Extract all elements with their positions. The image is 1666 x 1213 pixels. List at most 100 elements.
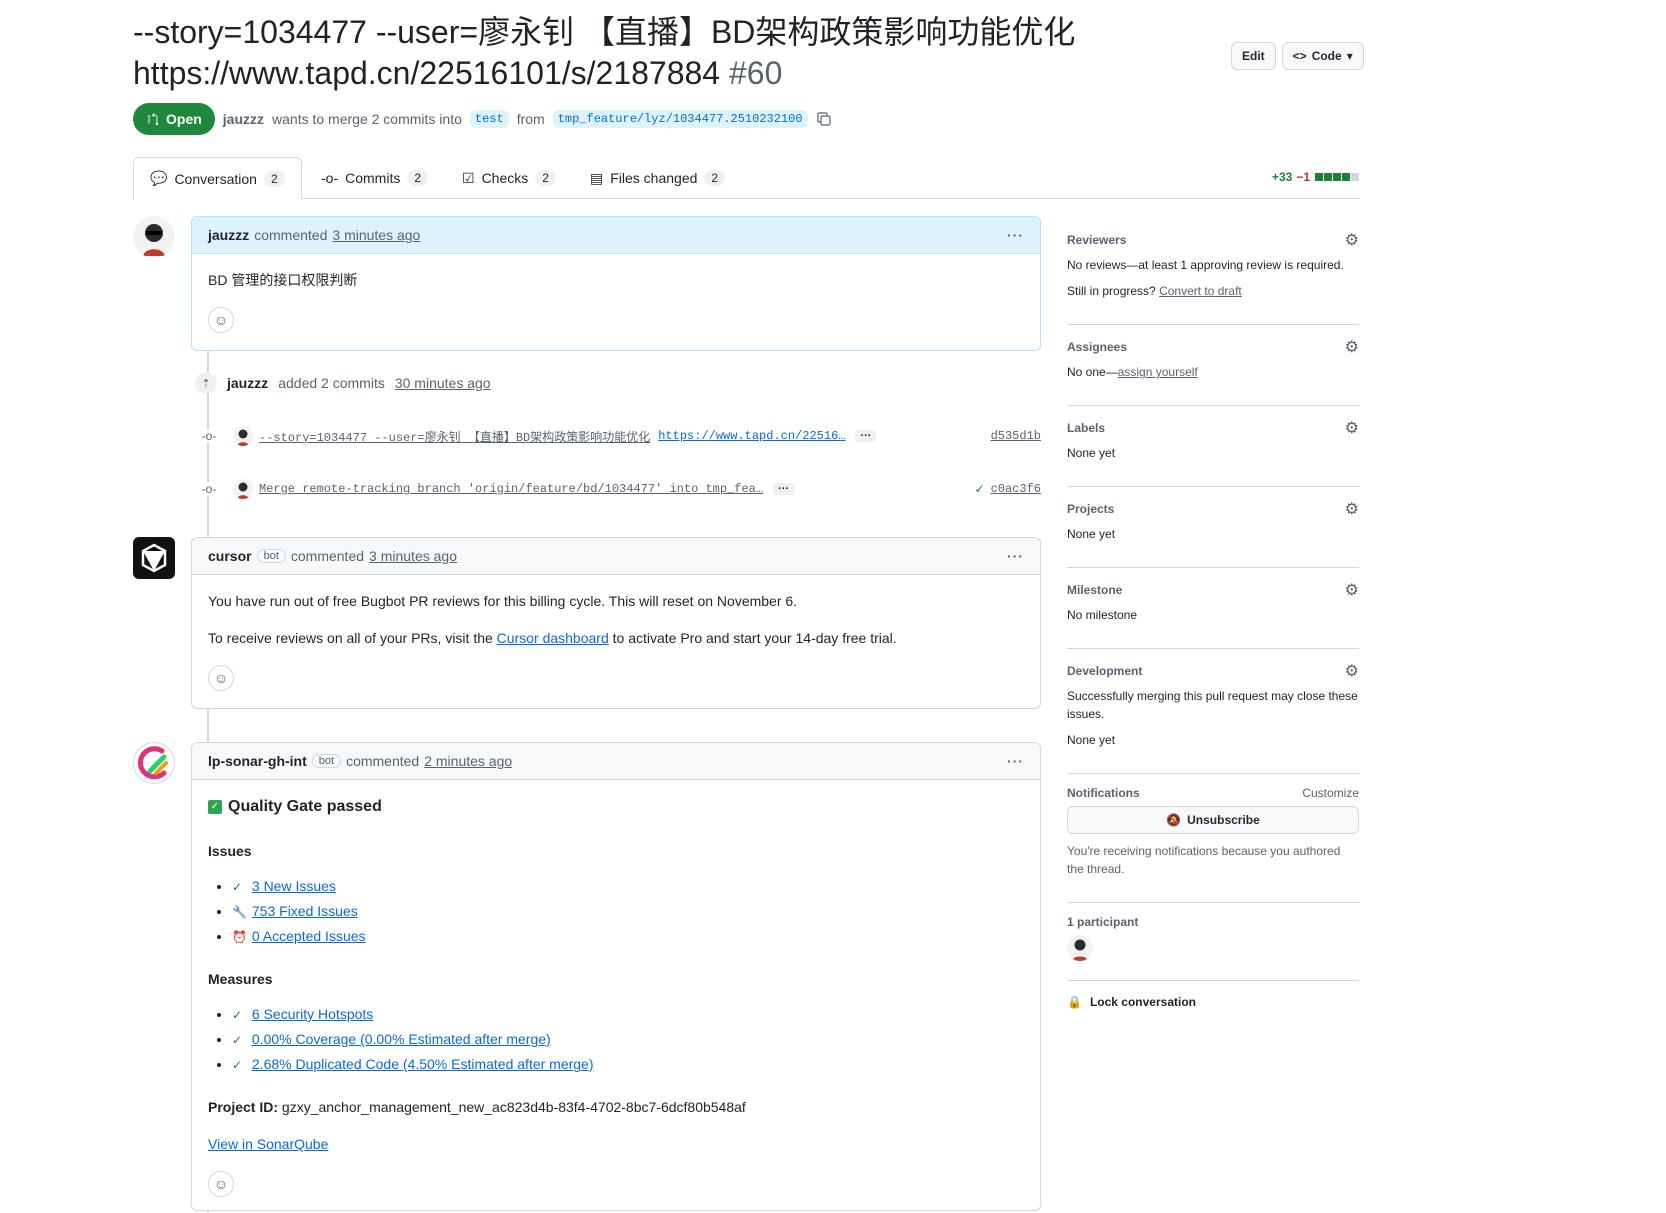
section-title[interactable]: Development [1067,664,1142,678]
state-badge: Open [133,103,215,135]
commit-row: -o- --story=1034477 --user=廖永钊 【直播】BD架构政… [195,422,1041,450]
code-icon: <> [1292,49,1307,63]
caret-down-icon: ▾ [1346,49,1353,63]
commit-avatar[interactable] [233,426,253,446]
from-text: from [516,111,545,127]
pr-number: #60 [728,55,783,91]
commit-sha[interactable]: c0ac3f6 [991,482,1041,496]
measures-list: ✓ 6 Security Hotspots ✓ 0.00% Coverage (… [208,1002,1024,1077]
tab-files-changed[interactable]: ▤ Files changed 2 [574,157,741,199]
code-button[interactable]: <> Code ▾ [1281,42,1364,70]
sidebar-reviewers: Reviewers ⚙ No reviews—at least 1 approvi… [1067,220,1359,325]
bot-badge: bot [256,549,286,563]
commit-sha[interactable]: d535d1b [991,429,1041,443]
kebab-menu-icon[interactable]: ··· [1007,753,1024,769]
gear-icon[interactable]: ⚙ [1345,661,1359,681]
section-title[interactable]: Reviewers [1067,233,1126,247]
checklist-icon: ☑ [462,169,475,186]
head-branch[interactable]: tmp_feature/lyz/1034477.2510232100 [552,110,808,128]
commit-avatar[interactable] [233,479,253,499]
add-reaction-button[interactable]: ☺ [208,1171,234,1197]
gear-icon[interactable]: ⚙ [1345,337,1359,357]
copy-icon[interactable] [816,111,832,127]
comment-cursor: cursor bot commented 3 minutes ago ··· Y… [191,537,1041,709]
tab-counter: 2 [704,170,726,186]
security-hotspots-link[interactable]: 6 Security Hotspots [252,1006,373,1022]
gear-icon[interactable]: ⚙ [1345,499,1359,519]
cursor-dashboard-link[interactable]: Cursor dashboard [497,630,609,646]
section-title[interactable]: Projects [1067,502,1114,516]
check-icon: ✓ [232,1033,243,1047]
customize-link[interactable]: Customize [1302,786,1359,800]
avatar-lp-sonar[interactable] [133,742,175,784]
list-item: ⏰ 0 Accepted Issues [232,924,1024,949]
comment-header: cursor bot commented 3 minutes ago ··· [192,538,1040,575]
kebab-menu-icon[interactable]: ··· [1007,548,1024,564]
gear-icon[interactable]: ⚙ [1345,580,1359,600]
avatar-cursor[interactable] [133,537,175,579]
diffstat-box [1324,173,1332,181]
pull-request-icon [147,112,159,126]
comment-author[interactable]: cursor [208,548,252,564]
lock-conversation-button[interactable]: 🔒 Lock conversation [1067,981,1359,1023]
view-in-sonarqube-link[interactable]: View in SonarQube [208,1136,328,1152]
commit-node-icon: -o- [195,482,223,496]
fixed-issues-link[interactable]: 753 Fixed Issues [252,903,358,919]
commit-link[interactable]: https://www.tapd.cn/22516… [658,429,845,443]
commit-message[interactable]: Merge remote-tracking branch 'origin/fea… [259,482,763,496]
section-title[interactable]: Milestone [1067,583,1122,597]
gear-icon[interactable]: ⚙ [1345,230,1359,250]
new-issues-link[interactable]: 3 New Issues [252,878,336,894]
diffstat-box [1342,173,1350,181]
unsubscribe-button[interactable]: 🔕 Unsubscribe [1067,806,1359,834]
base-branch[interactable]: test [469,110,509,128]
comment-timestamp[interactable]: 3 minutes ago [369,548,457,564]
repo-push-icon: ⇡ [195,372,217,394]
kebab-menu-icon[interactable]: ··· [1007,227,1024,243]
tab-commits[interactable]: -o- Commits 2 [305,157,444,199]
section-title[interactable]: Assignees [1067,340,1127,354]
gear-icon[interactable]: ⚙ [1345,418,1359,438]
edit-button[interactable]: Edit [1231,42,1276,70]
coverage-link[interactable]: 0.00% Coverage (0.00% Estimated after me… [252,1031,551,1047]
section-title: Notifications [1067,786,1140,800]
expand-commit-button[interactable]: ··· [855,430,877,442]
add-reaction-button[interactable]: ☺ [208,665,234,691]
expand-commit-button[interactable]: ··· [773,483,795,495]
clock-icon: ⏰ [232,930,247,944]
bot-badge: bot [311,754,342,768]
event-action: added 2 commits [278,375,385,391]
section-title[interactable]: Labels [1067,421,1105,435]
sidebar-milestone: Milestone ⚙ No milestone [1067,568,1359,649]
commits-added-event: ⇡ jauzzz added 2 commits 30 minutes ago [195,372,491,394]
pr-author[interactable]: jauzzz [223,111,264,127]
commit-icon: -o- [321,170,339,186]
assign-yourself-link[interactable]: assign yourself [1118,365,1198,379]
comment-timestamp[interactable]: 2 minutes ago [424,753,512,769]
tab-conversation[interactable]: 💬 Conversation 2 [133,157,302,200]
comment-header: lp-sonar-gh-int bot commented 2 minutes … [192,743,1040,780]
tab-checks[interactable]: ☑ Checks 2 [446,157,572,199]
check-icon[interactable]: ✓ [975,482,985,496]
accepted-issues-link[interactable]: 0 Accepted Issues [252,928,366,944]
smiley-icon: ☺ [213,669,229,686]
smiley-icon: ☺ [213,311,229,328]
pr-title-block: --story=1034477 --user=廖永钊 【直播】BD架构政策影响功… [133,12,1133,94]
comment-header: jauzzz commented 3 minutes ago ··· [192,217,1040,254]
duplicated-code-link[interactable]: 2.68% Duplicated Code (4.50% Estimated a… [252,1056,594,1072]
participant-avatar[interactable] [1067,935,1093,961]
diffstat-box [1315,173,1323,181]
convert-to-draft-link[interactable]: Convert to draft [1159,284,1242,298]
project-id-line: Project ID: gzxy_anchor_management_new_a… [208,1099,746,1115]
add-reaction-button[interactable]: ☺ [208,307,234,333]
comment-author[interactable]: jauzzz [208,227,249,243]
commit-message[interactable]: --story=1034477 --user=廖永钊 【直播】BD架构政策影响功… [259,428,650,445]
event-timestamp[interactable]: 30 minutes ago [395,375,491,391]
check-icon: ✓ [232,1058,243,1072]
comment-author[interactable]: lp-sonar-gh-int [208,753,307,769]
avatar-jauzzz[interactable] [133,216,175,258]
event-author[interactable]: jauzzz [227,375,268,391]
sidebar-projects: Projects ⚙ None yet [1067,487,1359,568]
comment-timestamp[interactable]: 3 minutes ago [332,227,420,243]
list-item: 🔧 753 Fixed Issues [232,899,1024,924]
